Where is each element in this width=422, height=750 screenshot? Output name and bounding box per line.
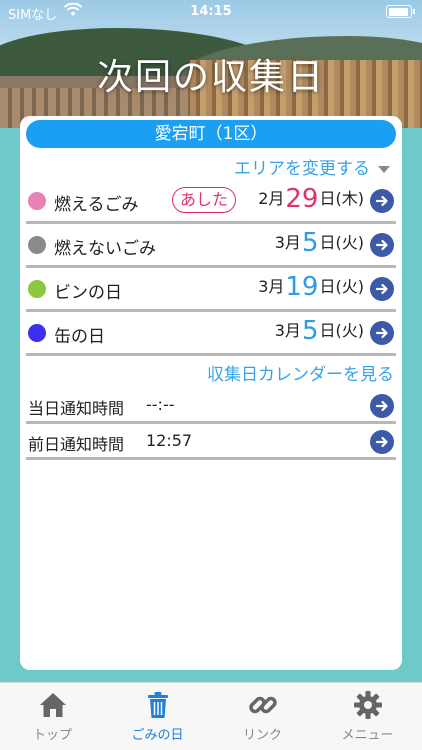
arrow-right-icon[interactable]: [370, 277, 394, 301]
category-color-dot: [28, 192, 46, 210]
notify-label: 当日通知時間: [28, 399, 125, 418]
schedule-row-nonburnable[interactable]: 燃えないごみ 3月5日(火): [26, 224, 396, 268]
collection-day: 29: [285, 184, 319, 214]
link-icon: [249, 696, 277, 714]
notify-time: 12:57: [146, 431, 193, 450]
category-color-dot: [28, 280, 46, 298]
clock: 14:15: [190, 4, 232, 19]
tab-label: リンク: [242, 728, 282, 743]
arrow-right-icon[interactable]: [370, 321, 394, 345]
tab-label: メニュー: [341, 728, 394, 743]
schedule-row-cans[interactable]: 缶の日 3月5日(火): [26, 312, 396, 356]
schedule-list: 燃えるごみ あした 2月29日(木) 燃えないごみ 3月5日(火) ビンの日 3…: [26, 180, 396, 356]
schedule-row-burnable[interactable]: 燃えるごみ あした 2月29日(木): [26, 180, 396, 224]
change-area-link[interactable]: エリアを変更する: [234, 154, 390, 179]
calendar-link[interactable]: 収集日カレンダーを見る: [207, 360, 394, 385]
notify-same-day-row[interactable]: 当日通知時間 --:--: [26, 388, 396, 424]
category-name: 缶の日: [54, 327, 105, 347]
tab-link[interactable]: リンク: [210, 683, 315, 750]
status-bar: SIMなし 14:15: [0, 0, 422, 24]
area-name-bar: 愛宕町（1区）: [26, 120, 396, 148]
category-name: 燃えないごみ: [54, 239, 156, 259]
battery-icon: [386, 5, 415, 18]
page-title: 次回の収集日: [96, 57, 325, 98]
tab-menu[interactable]: メニュー: [315, 683, 420, 750]
notification-settings: 当日通知時間 --:-- 前日通知時間 12:57: [26, 388, 396, 460]
tab-label: ごみの日: [131, 728, 184, 743]
tab-label: トップ: [32, 728, 72, 743]
collection-date: 3月5日(火): [274, 316, 364, 346]
gear-icon: [354, 691, 382, 719]
collection-day: 5: [301, 316, 319, 346]
category-name: ビンの日: [54, 283, 122, 303]
collection-date: 3月5日(火): [274, 228, 364, 258]
trash-icon: [148, 692, 168, 718]
schedule-card: 愛宕町（1区） エリアを変更する 燃えるごみ あした 2月29日(木) 燃えない…: [20, 116, 402, 670]
collection-date: 3月19日(火): [258, 272, 364, 302]
category-color-dot: [28, 236, 46, 254]
arrow-right-icon[interactable]: [370, 394, 394, 418]
tab-garbage-day[interactable]: ごみの日: [105, 683, 210, 750]
chevron-down-icon: [378, 165, 390, 173]
collection-day: 5: [301, 228, 319, 258]
tomorrow-badge: あした: [172, 187, 237, 213]
schedule-row-bottles[interactable]: ビンの日 3月19日(火): [26, 268, 396, 312]
arrow-right-icon[interactable]: [370, 430, 394, 454]
collection-date: 2月29日(木): [258, 184, 364, 214]
notify-time: --:--: [146, 395, 175, 414]
arrow-right-icon[interactable]: [370, 189, 394, 213]
tab-bar: トップ ごみの日 リンク メニュー: [0, 682, 422, 750]
notify-label: 前日通知時間: [28, 435, 125, 454]
home-icon: [40, 693, 66, 717]
tab-top[interactable]: トップ: [0, 683, 105, 750]
collection-day: 19: [285, 272, 319, 302]
category-name: 燃えるごみ: [54, 195, 139, 215]
change-area-label: エリアを変更する: [234, 159, 370, 179]
arrow-right-icon[interactable]: [370, 233, 394, 257]
category-color-dot: [28, 324, 46, 342]
notify-previous-day-row[interactable]: 前日通知時間 12:57: [26, 424, 396, 460]
